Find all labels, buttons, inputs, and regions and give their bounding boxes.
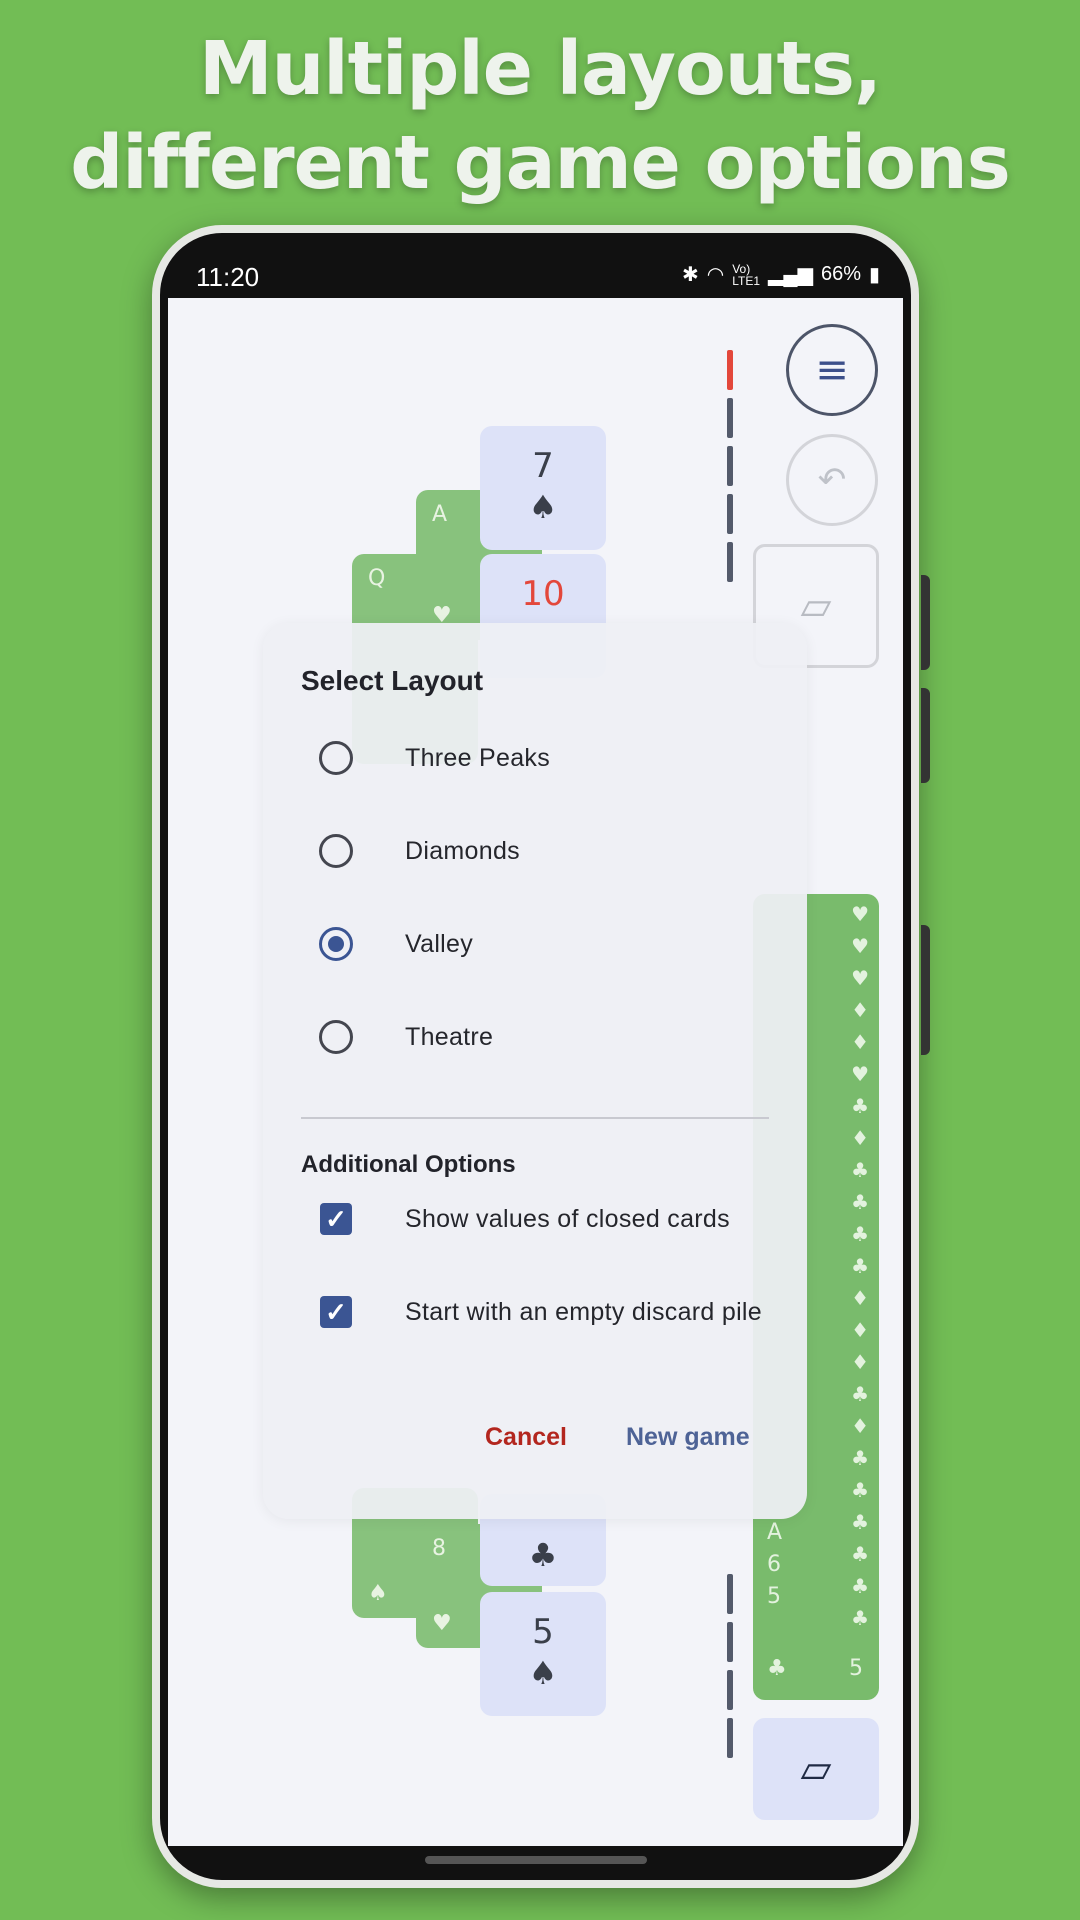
layout-option-label: Three Peaks bbox=[405, 743, 551, 772]
radio-button[interactable] bbox=[319, 834, 353, 868]
headline-line-2: different game options bbox=[70, 120, 1011, 206]
option-empty-discard[interactable]: ✓ Start with an empty discard pile bbox=[301, 1282, 821, 1342]
option-show-closed-values[interactable]: ✓ Show values of closed cards bbox=[301, 1189, 771, 1249]
phone-side-button bbox=[921, 925, 930, 1055]
promo-headline: Multiple layouts, different game options bbox=[0, 22, 1080, 210]
additional-options-title: Additional Options bbox=[301, 1151, 516, 1178]
option-label: Start with an empty discard pile bbox=[405, 1297, 762, 1326]
dialog-title: Select Layout bbox=[301, 665, 484, 696]
layout-option-three-peaks[interactable]: Three Peaks bbox=[301, 728, 771, 788]
signal-icon: ▂▄▆ bbox=[768, 264, 813, 286]
layout-option-label: Valley bbox=[405, 929, 474, 958]
status-time: 11:20 bbox=[196, 262, 260, 292]
status-bar: 11:20 ✱ ◠ Vo) LTE1 ▂▄▆ 66% ▮ bbox=[160, 240, 880, 298]
checkbox-checked[interactable]: ✓ bbox=[320, 1203, 352, 1235]
headline-line-1: Multiple layouts, bbox=[198, 26, 882, 112]
game-screen: Q A ♥ 7 ♠ 10 ♠ 8 ♥ ♣ 5 ♠ ≡ ↶ ▱ ♥ ♥ ♥ ♦ ♦… bbox=[168, 298, 903, 1846]
phone-side-button bbox=[921, 688, 930, 783]
new-game-button[interactable]: New game bbox=[626, 1423, 750, 1452]
battery-icon: ▮ bbox=[868, 264, 880, 286]
layout-option-theatre[interactable]: Theatre bbox=[301, 1007, 771, 1067]
select-layout-dialog: Select Layout Three Peaks Diamonds Valle… bbox=[263, 623, 807, 1519]
radio-button[interactable] bbox=[319, 1020, 353, 1054]
radio-button-selected[interactable] bbox=[319, 927, 353, 961]
phone-side-button bbox=[921, 575, 930, 670]
option-label: Show values of closed cards bbox=[405, 1204, 730, 1233]
wifi-icon: ◠ bbox=[706, 264, 725, 286]
cancel-button[interactable]: Cancel bbox=[485, 1423, 567, 1452]
layout-option-label: Theatre bbox=[405, 1022, 494, 1051]
layout-option-label: Diamonds bbox=[405, 836, 520, 865]
layout-option-diamonds[interactable]: Diamonds bbox=[301, 821, 771, 881]
checkbox-checked[interactable]: ✓ bbox=[320, 1296, 352, 1328]
home-indicator[interactable] bbox=[425, 1856, 647, 1864]
status-icons: ✱ ◠ Vo) LTE1 ▂▄▆ 66% ▮ bbox=[682, 262, 880, 287]
bluetooth-icon: ✱ bbox=[682, 264, 699, 286]
battery-percent: 66% bbox=[820, 263, 861, 285]
radio-button[interactable] bbox=[319, 741, 353, 775]
dialog-divider bbox=[301, 1117, 769, 1119]
volte-icon: Vo) LTE1 bbox=[732, 261, 761, 288]
layout-option-valley[interactable]: Valley bbox=[301, 914, 771, 974]
